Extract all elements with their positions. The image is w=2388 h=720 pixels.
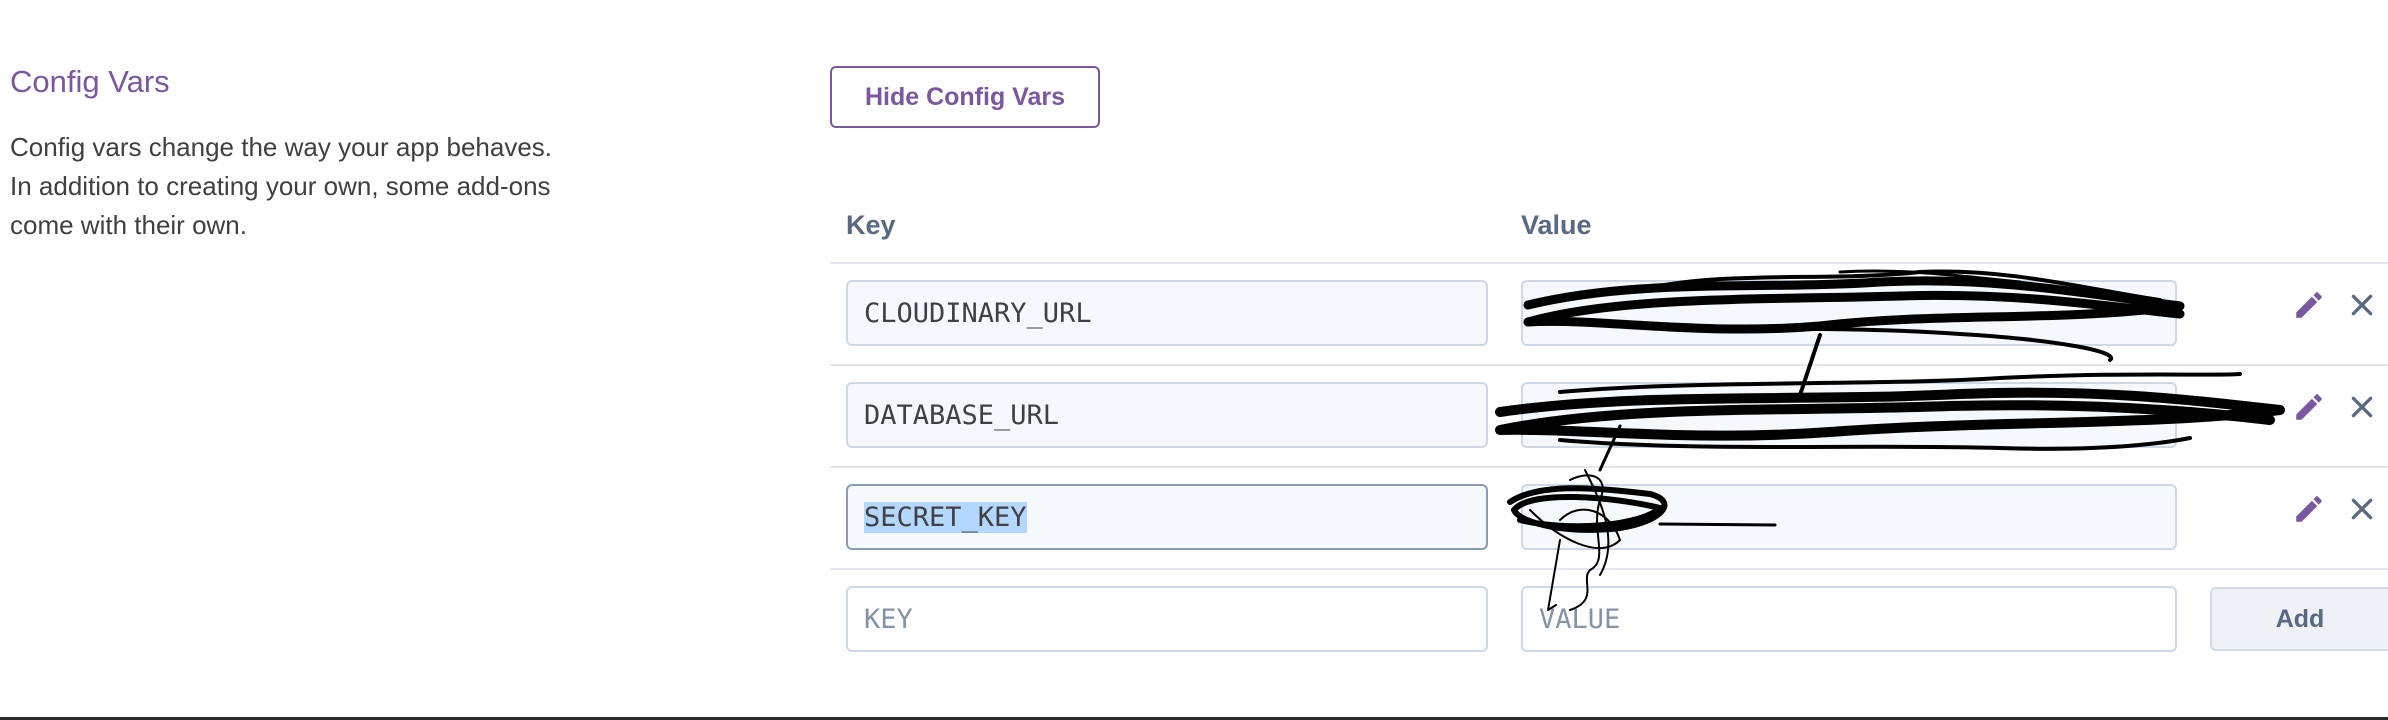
row-divider bbox=[830, 466, 2388, 468]
pencil-icon bbox=[2296, 496, 2322, 522]
config-key-field[interactable]: SECRET_KEY bbox=[846, 484, 1488, 550]
new-value-placeholder: VALUE bbox=[1539, 603, 1621, 635]
pencil-icon bbox=[2296, 292, 2322, 318]
new-key-placeholder: KEY bbox=[864, 603, 913, 635]
close-icon bbox=[2351, 498, 2373, 520]
hide-config-vars-button[interactable]: Hide Config Vars bbox=[830, 66, 1100, 128]
header-divider bbox=[830, 262, 2388, 264]
config-vars-panel: Config Vars Config vars change the way y… bbox=[0, 0, 2388, 720]
edit-button[interactable] bbox=[2288, 488, 2330, 530]
config-key-field[interactable]: CLOUDINARY_URL bbox=[846, 280, 1488, 346]
delete-button[interactable] bbox=[2341, 284, 2383, 326]
close-icon bbox=[2351, 294, 2373, 316]
config-key-value: DATABASE_URL bbox=[864, 399, 1060, 431]
section-title: Config Vars bbox=[10, 64, 170, 99]
config-value-field[interactable] bbox=[1521, 280, 2177, 346]
config-value-field[interactable] bbox=[1521, 382, 2177, 448]
pencil-icon bbox=[2296, 394, 2322, 420]
row-divider bbox=[830, 364, 2388, 366]
delete-button[interactable] bbox=[2341, 488, 2383, 530]
row-divider bbox=[830, 568, 2388, 570]
edit-button[interactable] bbox=[2288, 386, 2330, 428]
config-key-value: CLOUDINARY_URL bbox=[864, 297, 1092, 329]
config-value-field[interactable] bbox=[1521, 484, 2177, 550]
new-value-input[interactable]: VALUE bbox=[1521, 586, 2177, 652]
edit-button[interactable] bbox=[2288, 284, 2330, 326]
add-button[interactable]: Add bbox=[2210, 587, 2388, 651]
config-key-field[interactable]: DATABASE_URL bbox=[846, 382, 1488, 448]
close-icon bbox=[2351, 396, 2373, 418]
new-key-input[interactable]: KEY bbox=[846, 586, 1488, 652]
config-key-value: SECRET_KEY bbox=[864, 501, 1027, 533]
value-column-header: Value bbox=[1521, 210, 1592, 240]
key-column-header: Key bbox=[846, 210, 896, 240]
delete-button[interactable] bbox=[2341, 386, 2383, 428]
section-description: Config vars change the way your app beha… bbox=[10, 132, 553, 240]
